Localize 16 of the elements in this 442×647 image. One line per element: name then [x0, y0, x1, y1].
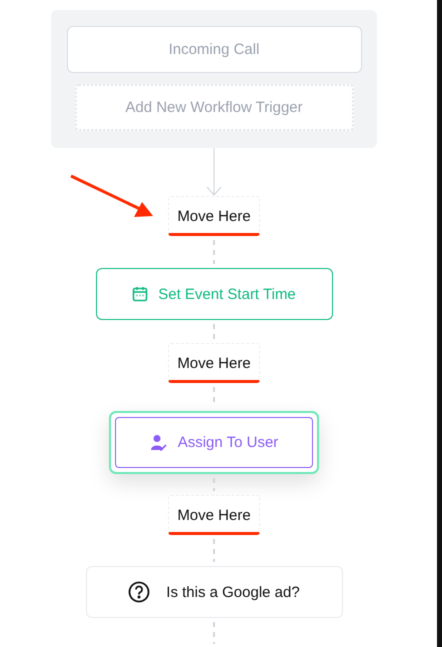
dashed-connector — [213, 240, 215, 264]
action-card[interactable]: Assign To User — [115, 417, 313, 468]
move-here-slot[interactable]: Move Here — [168, 343, 260, 383]
user-check-icon — [150, 434, 168, 452]
dashed-connector — [213, 324, 215, 339]
question-icon — [128, 581, 150, 603]
step-label: Assign To User — [178, 434, 278, 451]
calendar-icon — [132, 286, 148, 302]
dashed-connector — [213, 539, 215, 562]
connector-arrow — [204, 148, 224, 196]
move-here-slot[interactable]: Move Here — [168, 196, 260, 236]
step-label: Set Event Start Time — [158, 286, 296, 302]
step-label: Is this a Google ad? — [166, 584, 300, 600]
move-here-slot[interactable]: Move Here — [168, 495, 260, 535]
condition-card[interactable]: Is this a Google ad? — [86, 566, 342, 618]
dashed-connector — [213, 622, 215, 644]
